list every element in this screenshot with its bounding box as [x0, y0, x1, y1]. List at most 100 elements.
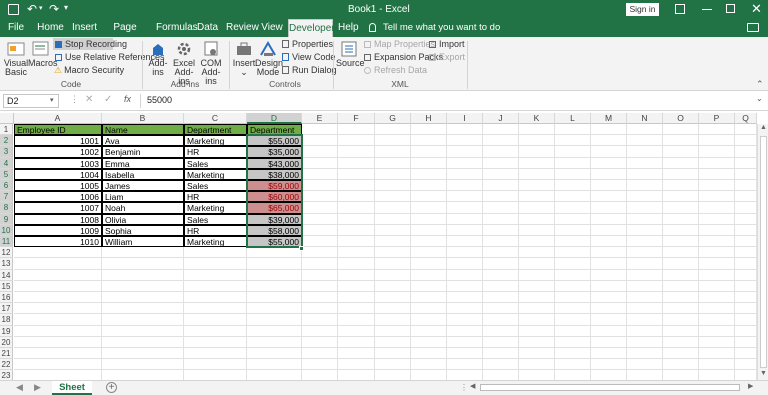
- column-header-i[interactable]: I: [447, 113, 483, 124]
- cell-d4[interactable]: $43,000: [247, 157, 302, 169]
- sheet-tab[interactable]: Sheet: [52, 381, 92, 395]
- tab-formulas[interactable]: Formulas: [156, 19, 198, 37]
- row-header-8[interactable]: 8: [0, 202, 13, 214]
- column-header-e[interactable]: E: [302, 113, 338, 124]
- cell-d2[interactable]: $55,000: [247, 135, 302, 147]
- row-header-15[interactable]: 15: [0, 280, 13, 292]
- confirm-entry-icon[interactable]: ✓: [104, 94, 112, 105]
- addins-button[interactable]: Add- ins: [147, 59, 169, 77]
- cell-c9[interactable]: Sales: [184, 213, 247, 225]
- share-icon[interactable]: [747, 23, 759, 32]
- row-header-7[interactable]: 7: [0, 191, 13, 203]
- tab-developer[interactable]: Developer: [288, 19, 335, 37]
- stop-recording-button[interactable]: Stop Recording: [53, 38, 127, 50]
- tab-page-layout[interactable]: Page Layout: [104, 19, 146, 51]
- column-header-m[interactable]: M: [591, 113, 627, 124]
- header-cell-name[interactable]: Name: [102, 124, 184, 135]
- cell-d10[interactable]: $58,000: [247, 224, 302, 236]
- row-header-22[interactable]: 22: [0, 359, 13, 371]
- cell-a5[interactable]: 1004: [14, 168, 102, 180]
- column-header-g[interactable]: G: [375, 113, 411, 124]
- formula-input[interactable]: 55000: [140, 94, 750, 108]
- row-header-20[interactable]: 20: [0, 336, 13, 348]
- select-all-corner[interactable]: [0, 113, 14, 124]
- column-header-a[interactable]: A: [14, 113, 102, 124]
- minimize-icon[interactable]: [702, 9, 712, 10]
- cell-a2[interactable]: 1001: [14, 135, 102, 147]
- cell-b2[interactable]: Ava: [102, 135, 184, 147]
- cell-b10[interactable]: Sophia: [102, 224, 184, 236]
- cell-b8[interactable]: Noah: [102, 202, 184, 214]
- row-header-17[interactable]: 17: [0, 303, 13, 315]
- save-icon[interactable]: [8, 4, 19, 15]
- column-header-q[interactable]: Q: [735, 113, 757, 124]
- cell-c5[interactable]: Marketing: [184, 168, 247, 180]
- sign-in-button[interactable]: Sign in: [626, 3, 659, 16]
- scroll-left-icon[interactable]: ◀: [470, 382, 475, 390]
- column-header-n[interactable]: N: [627, 113, 663, 124]
- horizontal-scroll-thumb[interactable]: [480, 384, 740, 391]
- cell-d7[interactable]: $60,000: [247, 191, 302, 203]
- tab-data[interactable]: Data: [197, 19, 218, 37]
- cell-d5[interactable]: $38,000: [247, 168, 302, 180]
- ribbon-display-options-icon[interactable]: [675, 4, 685, 14]
- column-header-j[interactable]: J: [483, 113, 519, 124]
- cell-b4[interactable]: Emma: [102, 157, 184, 169]
- header-cell-department[interactable]: Department: [184, 124, 247, 135]
- cell-a11[interactable]: 1010: [14, 236, 102, 248]
- column-header-f[interactable]: F: [338, 113, 375, 124]
- xml-source-button[interactable]: Source: [336, 59, 365, 68]
- name-box-dropdown-icon[interactable]: ▾: [50, 96, 54, 104]
- cancel-entry-icon[interactable]: ✕: [85, 94, 93, 105]
- macros-button[interactable]: Macros: [28, 59, 58, 68]
- cell-b6[interactable]: James: [102, 180, 184, 192]
- row-header-19[interactable]: 19: [0, 325, 13, 337]
- column-header-p[interactable]: P: [699, 113, 735, 124]
- expand-formula-bar-icon[interactable]: ⌄: [756, 94, 763, 103]
- view-code-button[interactable]: View Code: [281, 51, 335, 63]
- new-sheet-button[interactable]: +: [106, 382, 117, 393]
- row-header-13[interactable]: 13: [0, 258, 13, 270]
- scroll-right-icon[interactable]: ▶: [748, 382, 753, 390]
- cell-b5[interactable]: Isabella: [102, 168, 184, 180]
- row-header-9[interactable]: 9: [0, 213, 13, 225]
- tell-me-search[interactable]: Tell me what you want to do: [383, 22, 500, 33]
- cell-c6[interactable]: Sales: [184, 180, 247, 192]
- cell-d8[interactable]: $65,000: [247, 202, 302, 214]
- design-mode-button[interactable]: Design Mode: [255, 59, 283, 77]
- export-button[interactable]: Export: [428, 51, 465, 63]
- tab-review[interactable]: Review: [226, 19, 259, 37]
- undo-dropdown-icon[interactable]: ▾: [39, 4, 43, 12]
- name-box[interactable]: D2 ▾: [3, 94, 59, 108]
- sheet-scroll-right-icon[interactable]: ▶: [34, 382, 41, 393]
- sheet-scroll-left-icon[interactable]: ◀: [16, 382, 23, 393]
- run-dialog-button[interactable]: Run Dialog: [281, 64, 337, 76]
- column-header-l[interactable]: L: [555, 113, 591, 124]
- column-header-o[interactable]: O: [663, 113, 699, 124]
- cell-a9[interactable]: 1008: [14, 213, 102, 225]
- cell-d3[interactable]: $35,000: [247, 146, 302, 158]
- visual-basic-button[interactable]: Visual Basic: [3, 59, 29, 77]
- scroll-down-icon[interactable]: ▼: [760, 370, 767, 377]
- row-header-14[interactable]: 14: [0, 269, 13, 281]
- tab-insert[interactable]: Insert: [72, 19, 97, 37]
- row-header-12[interactable]: 12: [0, 247, 13, 259]
- fill-handle[interactable]: [299, 246, 304, 252]
- tab-home[interactable]: Home: [37, 19, 64, 37]
- cell-c11[interactable]: Marketing: [184, 236, 247, 248]
- cell-a6[interactable]: 1005: [14, 180, 102, 192]
- redo-icon[interactable]: ↷: [49, 2, 59, 16]
- map-properties-button[interactable]: Map Properties: [363, 38, 435, 50]
- close-icon[interactable]: ✕: [751, 1, 762, 17]
- cell-a7[interactable]: 1006: [14, 191, 102, 203]
- quick-access-customize-icon[interactable]: ▾: [64, 3, 68, 12]
- refresh-data-button[interactable]: Refresh Data: [363, 64, 427, 76]
- column-header-b[interactable]: B: [102, 113, 184, 124]
- header-cell-employee-id[interactable]: Employee ID: [14, 124, 102, 135]
- cell-c3[interactable]: HR: [184, 146, 247, 158]
- cell-a8[interactable]: 1007: [14, 202, 102, 214]
- insert-control-button[interactable]: Insert ⌄: [232, 59, 256, 77]
- row-header-21[interactable]: 21: [0, 348, 13, 360]
- row-header-5[interactable]: 5: [0, 168, 13, 180]
- row-header-6[interactable]: 6: [0, 180, 13, 192]
